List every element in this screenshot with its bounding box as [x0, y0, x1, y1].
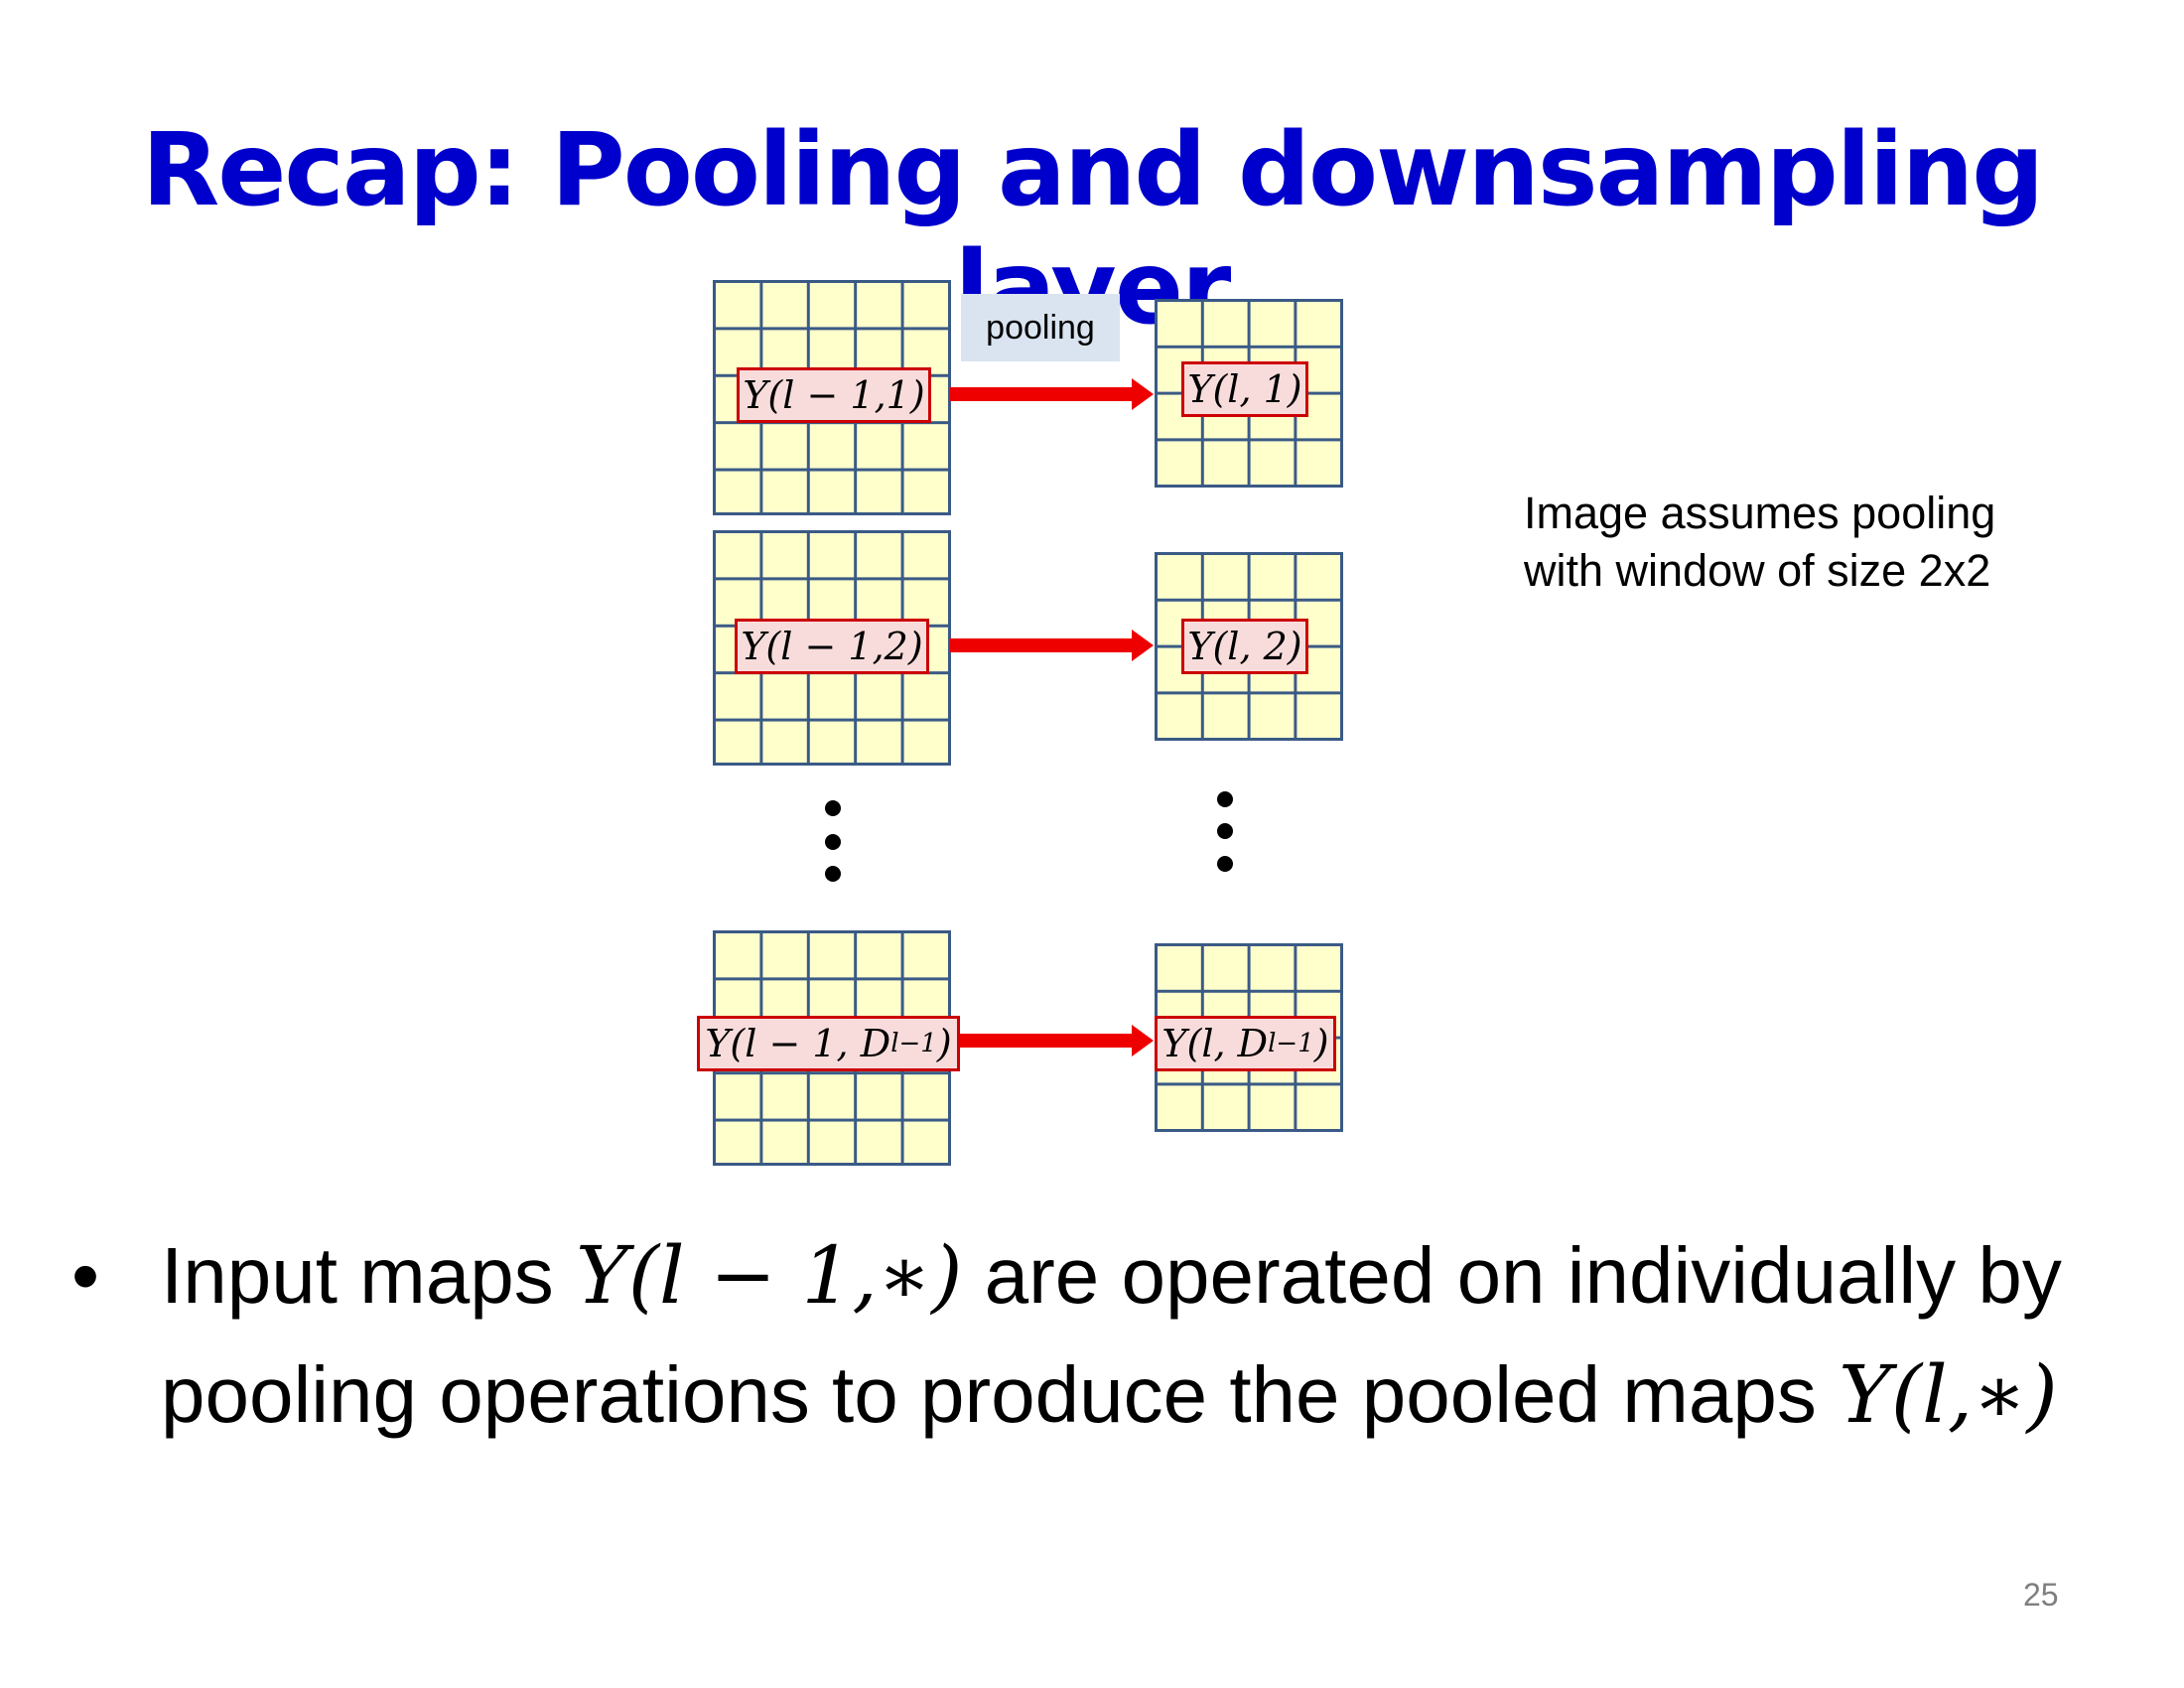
pooling-arrow-2	[950, 630, 1154, 661]
page-number: 25	[2023, 1577, 2059, 1613]
bullet-point: • Input maps Y(l − 1,∗) are operated on …	[71, 1216, 2087, 1455]
bullet-marker: •	[71, 1231, 100, 1320]
output-label-n: Y(l, Dl−1)	[1155, 1016, 1336, 1071]
pooling-arrow-n	[960, 1025, 1154, 1056]
pooling-note: Image assumes pooling with window of siz…	[1524, 488, 1996, 596]
output-label-2: Y(l, 2)	[1181, 619, 1308, 674]
input-label-n: Y(l − 1, Dl−1)	[697, 1016, 960, 1071]
output-label-1: Y(l, 1)	[1181, 361, 1308, 417]
bullet-text: Input maps Y(l − 1,∗) are operated on in…	[161, 1229, 2062, 1441]
pooling-arrow-1	[950, 378, 1154, 410]
input-label-1: Y(l − 1,1)	[737, 367, 931, 423]
input-label-2: Y(l − 1,2)	[735, 619, 929, 674]
pooling-label: pooling	[961, 294, 1120, 361]
